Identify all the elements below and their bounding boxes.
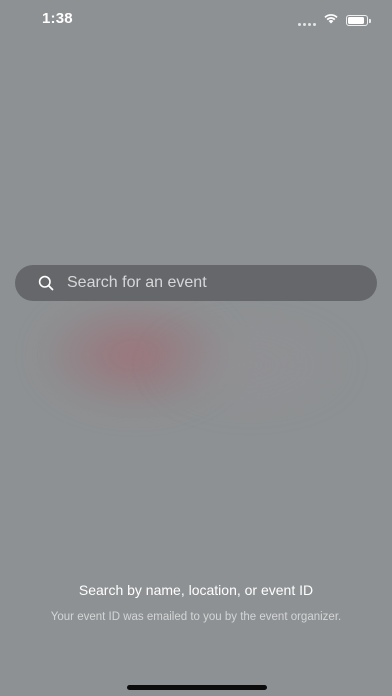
home-indicator[interactable] (127, 685, 267, 690)
hint-subtitle: Your event ID was emailed to you by the … (50, 611, 342, 623)
search-input[interactable] (67, 274, 377, 292)
battery-icon (346, 14, 371, 26)
hint-title: Search by name, location, or event ID (78, 582, 314, 598)
search-icon (37, 274, 55, 292)
status-icons (298, 11, 371, 29)
wifi-icon (323, 11, 339, 29)
status-time: 1:38 (42, 10, 73, 27)
status-bar: 1:38 (0, 0, 392, 36)
search-screen: 1:38 Search by (0, 0, 392, 696)
signal-dots-icon (298, 14, 316, 26)
search-hint: Search by name, location, or event ID Yo… (40, 582, 352, 625)
blurred-background-shade (150, 320, 350, 410)
search-bar[interactable] (15, 265, 377, 301)
